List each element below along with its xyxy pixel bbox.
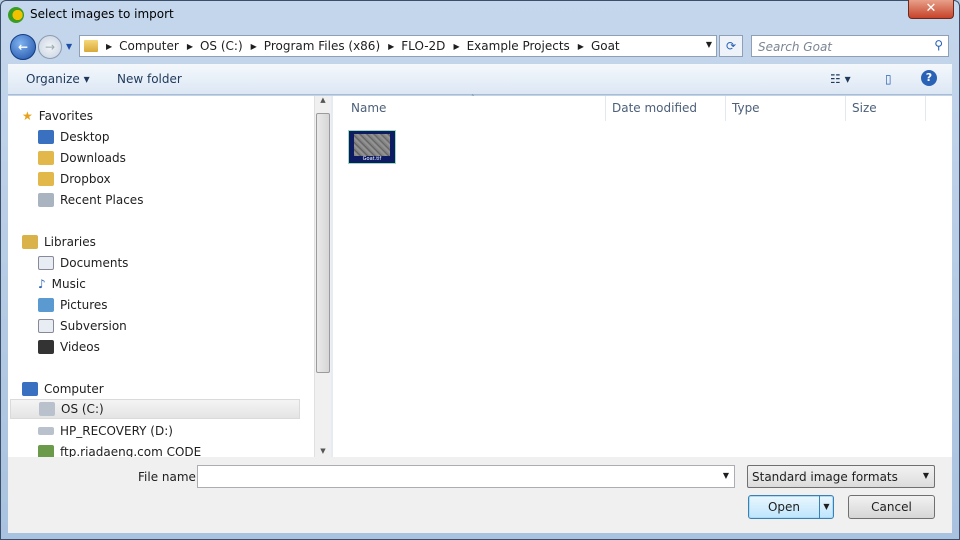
sidebar-item-hp-recovery[interactable]: HP_RECOVERY (D:): [38, 421, 314, 441]
sort-ascending-icon: ˄: [471, 94, 475, 102]
sidebar-item-music[interactable]: ♪ Music: [38, 274, 314, 294]
chevron-down-icon[interactable]: ▼: [723, 471, 729, 480]
downloads-icon: [38, 151, 54, 165]
libraries-icon: [22, 235, 38, 249]
app-icon: [8, 7, 24, 23]
breadcrumb-flo-2d[interactable]: ▶ FLO-2D: [388, 39, 445, 53]
videos-icon: [38, 340, 54, 354]
image-thumbnail: [354, 134, 390, 156]
back-button[interactable]: ←: [10, 34, 36, 60]
search-input[interactable]: Search Goat ⚲: [751, 35, 949, 57]
file-item-goat[interactable]: Goat.tif: [348, 130, 396, 164]
change-view-button[interactable]: ☷ ▾: [830, 72, 851, 86]
forward-button[interactable]: →: [38, 35, 62, 59]
recent-pages-dropdown[interactable]: ▼: [66, 42, 72, 51]
sidebar-libraries[interactable]: Libraries: [22, 232, 312, 252]
breadcrumb-program-files[interactable]: ▶ Program Files (x86): [251, 39, 380, 53]
breadcrumb-goat[interactable]: ▶ Goat: [578, 39, 620, 53]
address-dropdown-icon[interactable]: ▼: [706, 40, 712, 49]
music-icon: ♪: [38, 277, 46, 291]
column-size[interactable]: Size: [846, 96, 926, 121]
close-button[interactable]: ✕: [908, 0, 954, 19]
sidebar-item-pictures[interactable]: Pictures: [38, 295, 314, 315]
folder-icon: [84, 40, 98, 52]
address-bar[interactable]: ▶ Computer ▶ OS (C:) ▶ Program Files (x86) …: [79, 35, 717, 57]
sidebar-item-videos[interactable]: Videos: [38, 337, 314, 357]
recent-places-icon: [38, 193, 54, 207]
window-title: Select images to import: [30, 7, 174, 21]
column-type[interactable]: Type: [726, 96, 846, 121]
library-icon: [38, 319, 54, 333]
sidebar-item-desktop[interactable]: Desktop: [38, 127, 314, 147]
sidebar-item-dropbox[interactable]: Dropbox: [38, 169, 314, 189]
pictures-icon: [38, 298, 54, 312]
folder-icon: [38, 172, 54, 186]
open-button[interactable]: Open ▼: [748, 495, 834, 519]
preview-pane-button[interactable]: ▯: [885, 72, 892, 86]
toolbar: Organize ▾ New folder ☷ ▾ ▯ ?: [8, 64, 952, 95]
navigation-pane: ★ Favorites Desktop Downloads Dropbox Rec…: [8, 96, 314, 457]
new-folder-button[interactable]: New folder: [117, 72, 182, 86]
drive-icon: [38, 427, 54, 435]
organize-button[interactable]: Organize ▾: [26, 72, 90, 86]
file-name-input[interactable]: ▼: [197, 465, 735, 488]
sidebar-favorites[interactable]: ★ Favorites: [22, 106, 312, 126]
sidebar-scrollbar[interactable]: ▲ ▼: [314, 96, 331, 457]
scrollbar-thumb[interactable]: [316, 113, 330, 373]
column-date-modified[interactable]: Date modified: [606, 96, 726, 121]
desktop-icon: [38, 130, 54, 144]
sidebar-item-subversion[interactable]: Subversion: [38, 316, 314, 336]
column-name[interactable]: Name: [345, 96, 606, 121]
breadcrumb-example-projects[interactable]: ▶ Example Projects: [453, 39, 569, 53]
open-options-dropdown[interactable]: ▼: [819, 496, 833, 518]
chevron-down-icon: ▼: [922, 471, 929, 480]
breadcrumb-computer[interactable]: ▶ Computer: [106, 39, 179, 53]
file-list: Name ˄ Date modified Type Size Goat.tif: [333, 94, 952, 457]
network-drive-icon: [38, 445, 54, 457]
sidebar-item-documents[interactable]: Documents: [38, 253, 314, 273]
cancel-button[interactable]: Cancel: [848, 495, 935, 519]
sidebar-computer[interactable]: Computer: [22, 379, 312, 399]
search-icon: ⚲: [934, 38, 943, 52]
documents-icon: [38, 256, 54, 270]
help-button[interactable]: ?: [921, 70, 937, 86]
star-icon: ★: [22, 109, 33, 123]
sidebar-item-recent-places[interactable]: Recent Places: [38, 190, 314, 210]
sidebar-item-ftp[interactable]: ftp.riadaeng.com CODE: [38, 442, 314, 457]
file-type-select[interactable]: Standard image formats ▼: [747, 465, 935, 488]
computer-icon: [22, 382, 38, 396]
sidebar-item-os-c[interactable]: OS (C:): [10, 399, 300, 419]
file-name-label: File name:: [138, 470, 200, 484]
refresh-button[interactable]: ⟳: [719, 35, 743, 57]
sidebar-item-downloads[interactable]: Downloads: [38, 148, 314, 168]
drive-icon: [39, 402, 55, 416]
breadcrumb-os-c[interactable]: ▶ OS (C:): [187, 39, 243, 53]
